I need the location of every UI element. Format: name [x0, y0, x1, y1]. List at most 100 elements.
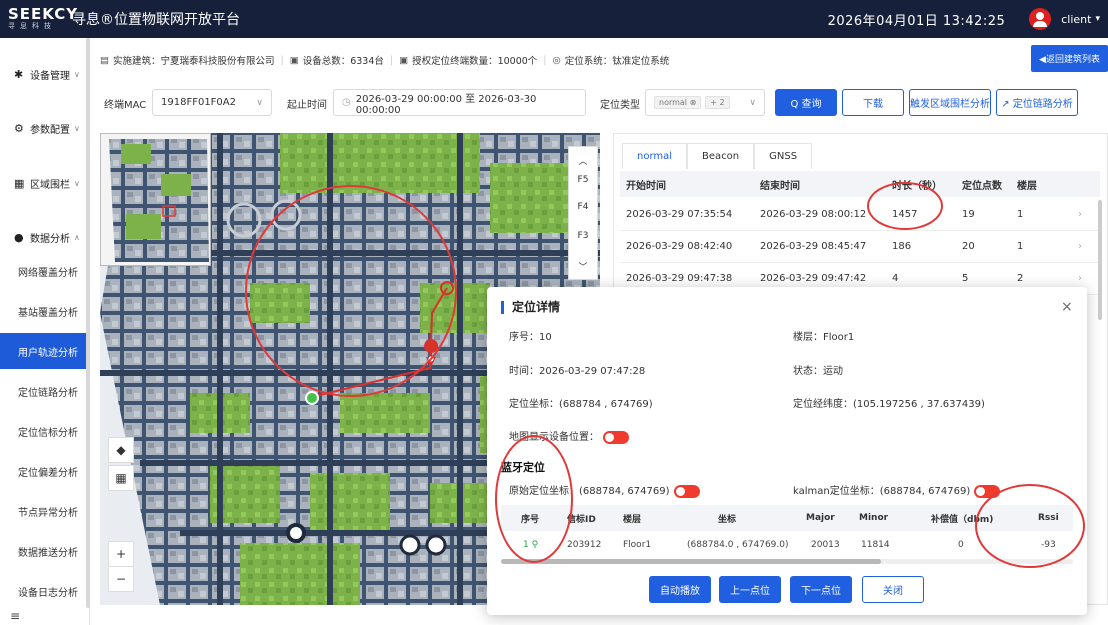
gear-icon: ⚙	[14, 121, 24, 135]
table-row[interactable]: 2026-03-29 08:42:40 2026-03-29 08:45:47 …	[620, 231, 1100, 263]
col-seq: 序号	[521, 514, 540, 525]
table-row[interactable]: 1 ⚲ 203912 Floor1 (688784.0 , 674769.0) …	[501, 531, 1073, 559]
next-point-button[interactable]: 下一点位	[790, 576, 852, 603]
map-show-toggle[interactable]	[603, 430, 629, 444]
kalman-coord-toggle[interactable]	[974, 484, 1001, 498]
sidebar-group-analysis[interactable]: ● 数据分析 ∧	[0, 227, 90, 247]
sidebar-item-beacon-analysis[interactable]: 定位信标分析	[0, 413, 88, 449]
logo: SEEKCY 寻息科技	[0, 0, 77, 38]
zoom-out-button[interactable]: −	[108, 566, 134, 592]
tab-gnss[interactable]: GNSS	[754, 143, 813, 169]
floor-up-button[interactable]: ︿	[569, 149, 597, 171]
beacon-coord: (688784.0 , 674769.0)	[687, 540, 789, 550]
col-start-time: 开始时间	[626, 180, 666, 192]
sidebar-group-label: 数据分析	[30, 233, 70, 245]
location-pin-icon: ⚲	[531, 540, 539, 550]
clock-icon: ◷	[342, 97, 351, 108]
system-icon: ◎	[552, 54, 561, 66]
tab-normal[interactable]: normal	[622, 143, 688, 169]
zoom-in-button[interactable]: +	[108, 541, 134, 567]
floor-f4-button[interactable]: F4	[569, 196, 597, 218]
user-avatar-icon[interactable]	[1029, 8, 1052, 30]
back-to-buildings-button[interactable]: ◀返回建筑列表	[1031, 45, 1108, 72]
sidebar-item-data-push[interactable]: 数据推送分析	[0, 533, 88, 569]
close-icon[interactable]: ×	[1061, 299, 1073, 315]
type-label-wrap: 定位类型	[600, 90, 640, 116]
sidebar-group-device[interactable]: ✱ 设备管理 ∨	[0, 64, 90, 84]
sidebar-item-device-log[interactable]: 设备日志分析	[0, 573, 88, 609]
chevron-down-icon[interactable]: ▾	[1095, 14, 1100, 24]
sidebar-item-user-trajectory[interactable]: 用户轨迹分析	[0, 333, 88, 369]
mac-value: 1918FF01F0A2	[161, 97, 236, 108]
type-tabs: normal Beacon GNSS	[622, 143, 813, 169]
status-field: 状态：运动	[793, 366, 843, 377]
duration: 186	[892, 241, 912, 252]
beacon-id: 203912	[567, 540, 602, 550]
coord-field: 定位坐标：(688784 , 674769)	[509, 399, 653, 410]
beacon-table-scrollbar[interactable]	[501, 559, 1073, 564]
type-tag[interactable]: normal ⊗	[654, 96, 702, 109]
app-title: 寻息®位置物联网开放平台	[72, 12, 240, 28]
time-range-input[interactable]: ◷ 2026-03-29 00:00:00 至 2026-03-30 00:00…	[333, 89, 586, 116]
table-row[interactable]: 2026-03-29 07:35:54 2026-03-29 08:00:12 …	[620, 199, 1100, 231]
chevron-right-icon[interactable]: ›	[1078, 199, 1082, 230]
sidebar-item-network-coverage[interactable]: 网络覆盖分析	[0, 253, 88, 289]
close-button[interactable]: 关闭	[862, 576, 924, 603]
sidebar-group-fence[interactable]: ▦ 区域围栏 ∨	[0, 173, 90, 193]
beacon-compensation: 0	[958, 540, 964, 550]
floor-f3-button[interactable]: F3	[569, 225, 597, 247]
chevron-right-icon[interactable]: ›	[1078, 231, 1082, 262]
measure-tool-icon[interactable]: ◆	[108, 437, 134, 463]
col-beacon-id: 信标ID	[567, 514, 596, 525]
beacon-major: 20013	[811, 540, 840, 550]
start-marker-icon[interactable]	[305, 391, 319, 405]
tab-beacon[interactable]: Beacon	[687, 143, 755, 169]
separator: |	[280, 54, 284, 66]
sidebar-item-link-analysis[interactable]: 定位链路分析	[0, 373, 88, 409]
sidebar-group-config[interactable]: ⚙ 参数配置 ∨	[0, 118, 90, 138]
layer-grid-icon[interactable]: ▦	[108, 465, 134, 491]
col-duration: 时长（秒）	[892, 180, 942, 192]
row-seq: 1 ⚲	[523, 531, 538, 559]
col-floor: 楼层	[623, 514, 642, 525]
info-bar: ▤ 实施建筑：宁夏瑞泰科技股份有限公司 | ▣ 设备总数：6334台 | ▣ 授…	[100, 50, 669, 70]
download-button[interactable]: 下载	[842, 89, 904, 116]
chevron-down-icon: ∨	[256, 97, 263, 108]
user-name[interactable]: client	[1061, 13, 1091, 26]
prev-point-button[interactable]: 上一点位	[719, 576, 781, 603]
query-button[interactable]: Q 查询	[775, 89, 837, 116]
auto-play-button[interactable]: 自动播放	[649, 576, 711, 603]
floor-down-button[interactable]: ﹀	[569, 255, 597, 277]
device-icon: ✱	[14, 67, 24, 81]
end-time: 2026-03-29 08:45:47	[760, 241, 867, 252]
sidebar-group-label: 参数配置	[30, 124, 70, 136]
type-label: 定位类型	[600, 99, 640, 111]
time-range-value: 2026-03-29 00:00:00 至 2026-03-30 00:00:0…	[355, 93, 537, 116]
sidebar-item-node-anomaly[interactable]: 节点异常分析	[0, 493, 88, 529]
sidebar-item-station-coverage[interactable]: 基站覆盖分析	[0, 293, 88, 329]
floor-switcher: ︿ F5 F4 F3 ﹀	[568, 146, 598, 280]
mac-select[interactable]: 1918FF01F0A2 ∨	[152, 89, 272, 116]
map-show-label: 地图显示设备位置：	[509, 432, 599, 443]
chevron-down-icon: ∨	[74, 178, 80, 188]
minimap[interactable]	[100, 133, 211, 266]
link-analysis-button[interactable]: ↗ 定位链路分析	[996, 89, 1078, 116]
chevron-down-icon: ∨	[749, 97, 756, 108]
col-major: Major	[806, 513, 835, 523]
sidebar-scrollbar[interactable]	[86, 38, 90, 608]
sidebar-group-label: 设备管理	[30, 70, 70, 82]
seq-value: 1	[523, 540, 529, 550]
panel-scrollbar[interactable]	[1098, 200, 1102, 320]
sidebar-item-deviation-analysis[interactable]: 定位偏差分析	[0, 453, 88, 489]
positioning-system: 定位系统：钛准定位系统	[564, 56, 670, 67]
raw-coord-toggle[interactable]	[673, 484, 700, 498]
end-time: 2026-03-29 08:00:12	[760, 209, 867, 220]
menu-icon[interactable]: ≡	[10, 609, 20, 623]
floor-f5-button[interactable]: F5	[569, 169, 597, 191]
top-bar: SEEKCY 寻息科技 寻息®位置物联网开放平台 2026年04月01日 13:…	[0, 0, 1108, 38]
chevron-down-icon: ∨	[74, 69, 80, 79]
dialog-title: 定位详情	[501, 301, 560, 314]
logo-sub: 寻息科技	[8, 22, 56, 30]
type-select[interactable]: normal ⊗ + 2 ∨	[645, 89, 765, 116]
trigger-fence-analysis-button[interactable]: 触发区域围栏分析	[909, 89, 991, 116]
